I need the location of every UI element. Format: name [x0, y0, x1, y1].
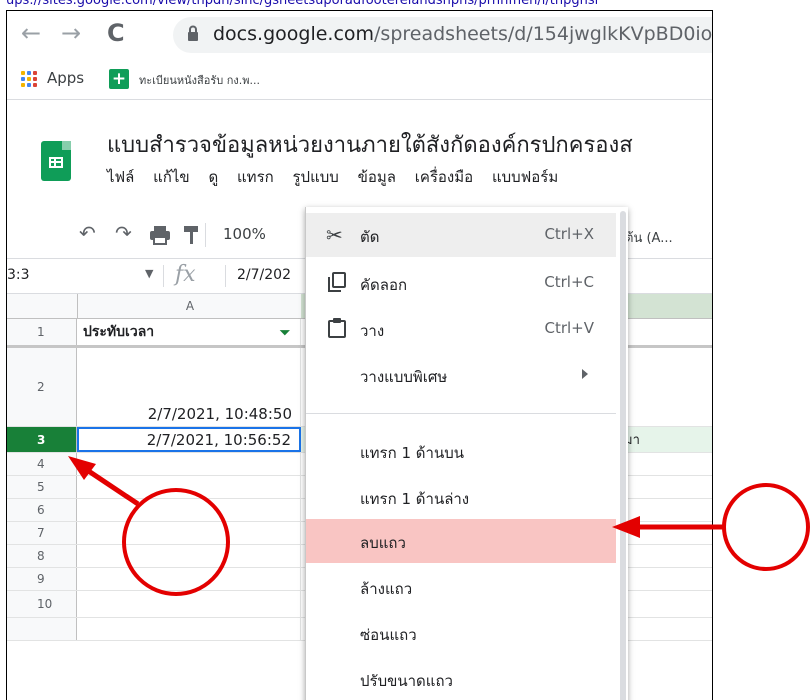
browser-window: ← → C docs.google.com/spreadsheets/d/154… — [6, 10, 713, 700]
name-box[interactable]: 3:3 — [7, 267, 30, 283]
annotation-circle-right — [722, 483, 810, 571]
redo-icon[interactable]: ↷ — [115, 221, 132, 245]
cell[interactable]: 2/7/2021, 10:48:50 — [77, 348, 301, 426]
address-bar-row: ← → C docs.google.com/spreadsheets/d/154… — [7, 11, 712, 59]
sheets-logo-icon[interactable] — [41, 141, 71, 181]
menu-item-resize-row[interactable]: ปรับขนาดแถว — [306, 657, 616, 700]
menu-item-clear-row[interactable]: ล้างแถว — [306, 565, 616, 609]
row-number[interactable]: 7 — [7, 522, 77, 544]
menu-item-insert-below[interactable]: แทรก 1 ด้านล่าง — [306, 475, 616, 519]
menu-form[interactable]: แบบฟอร์ม — [492, 168, 558, 186]
context-menu: ✂ ตัด Ctrl+X คัดลอก Ctrl+C วาง Ctrl+V วา… — [305, 207, 628, 700]
menu-file[interactable]: ไฟล์ — [107, 168, 134, 186]
menu-item-insert-above[interactable]: แทรก 1 ด้านบน — [306, 429, 616, 473]
row-number[interactable]: 10 — [7, 591, 77, 617]
filter-icon[interactable]: ⏷ — [280, 326, 290, 341]
formula-input[interactable]: 2/7/202 — [237, 267, 291, 283]
bookmarks-bar: Apps + ทะเบียนหนังสือรับ กง.พ... — [7, 59, 712, 100]
menu-item-label: ตัด — [360, 228, 380, 246]
arrow-left-icon[interactable]: ← — [21, 19, 41, 47]
menu-item-shortcut: Ctrl+X — [544, 225, 594, 243]
divider — [163, 265, 164, 287]
menu-item-label: คัดลอก — [360, 276, 408, 294]
menu-item-cut[interactable]: ✂ ตัด Ctrl+X — [306, 213, 616, 257]
apps-bookmark[interactable]: Apps — [47, 69, 84, 87]
row-number[interactable]: 3 — [7, 427, 77, 452]
row-number[interactable]: 1 — [7, 319, 77, 345]
cell[interactable] — [77, 591, 301, 617]
url-text: docs.google.com/spreadsheets/d/154jwglkK… — [213, 23, 713, 45]
row-number[interactable]: 5 — [7, 476, 77, 498]
cell[interactable] — [77, 499, 301, 521]
toolbar-divider — [205, 223, 206, 247]
menu-insert[interactable]: แทรก — [237, 168, 274, 186]
menu-item-hide-row[interactable]: ซ่อนแถว — [306, 611, 616, 655]
menu-item-paste-special[interactable]: วางแบบพิเศษ — [306, 353, 616, 397]
cell[interactable] — [77, 545, 301, 567]
column-header-A[interactable]: A — [77, 294, 302, 318]
sheets-bookmark-icon[interactable]: + — [109, 69, 129, 89]
row-number[interactable]: 2 — [7, 348, 77, 426]
zoom-select[interactable]: 100% — [223, 225, 266, 243]
menu-view[interactable]: ดู — [208, 168, 218, 186]
row-number[interactable]: 6 — [7, 499, 77, 521]
scissors-icon: ✂ — [326, 223, 343, 247]
print-icon[interactable] — [149, 225, 171, 245]
address-bar[interactable]: docs.google.com/spreadsheets/d/154jwglkK… — [173, 17, 713, 53]
menu-item-shortcut: Ctrl+V — [544, 319, 594, 337]
menu-item-label: ลบแถว — [360, 534, 406, 552]
menu-format[interactable]: รูปแบบ — [293, 168, 339, 186]
menu-item-label: วาง — [360, 322, 385, 340]
cell[interactable] — [77, 522, 301, 544]
cell[interactable] — [77, 618, 301, 640]
paint-format-icon[interactable] — [183, 225, 199, 245]
bookmark-item[interactable]: ทะเบียนหนังสือรับ กง.พ... — [139, 71, 260, 89]
clipboard-icon — [328, 318, 346, 338]
fx-icon: fx — [175, 262, 196, 287]
menu-tools[interactable]: เครื่องมือ — [415, 168, 473, 186]
menu-item-label: ปรับขนาดแถว — [360, 672, 453, 690]
menu-item-label: แทรก 1 ด้านบน — [360, 444, 464, 462]
menu-item-delete-row[interactable]: ลบแถว — [306, 519, 616, 563]
menu-item-copy[interactable]: คัดลอก Ctrl+C — [306, 261, 616, 305]
row-number[interactable]: 4 — [7, 453, 77, 475]
cell[interactable] — [77, 453, 301, 475]
menu-item-label: ล้างแถว — [360, 580, 413, 598]
cell[interactable] — [77, 476, 301, 498]
chevron-down-icon[interactable]: ▼ — [145, 267, 153, 280]
menu-bar: ไฟล์ แก้ไข ดู แทรก รูปแบบ ข้อมูล เครื่อง… — [107, 165, 572, 189]
cell[interactable] — [77, 568, 301, 590]
url-domain: docs.google.com — [213, 23, 375, 45]
menu-item-label: ซ่อนแถว — [360, 626, 417, 644]
url-path: /spreadsheets/d/154jwglkKVpBD0ioX — [374, 23, 713, 45]
page-url-strip: ups://sites.google.com/view/thpdn/sinc/g… — [6, 0, 599, 8]
cell[interactable]: ประทับเวลา ⏷ — [77, 319, 301, 345]
reload-icon[interactable]: C — [107, 19, 125, 47]
undo-icon[interactable]: ↶ — [79, 221, 96, 245]
menu-divider — [306, 413, 616, 414]
menu-item-label: แทรก 1 ด้านล่าง — [360, 490, 470, 508]
divider — [225, 265, 226, 287]
menu-edit[interactable]: แก้ไข — [153, 168, 190, 186]
row-number[interactable]: 8 — [7, 545, 77, 567]
apps-icon[interactable] — [21, 71, 37, 87]
row-number[interactable]: 9 — [7, 568, 77, 590]
lock-icon — [188, 25, 198, 41]
menu-item-label: วางแบบพิเศษ — [360, 368, 448, 386]
menu-data[interactable]: ข้อมูล — [358, 168, 396, 186]
arrow-right-icon[interactable]: → — [61, 19, 81, 47]
chevron-right-icon — [582, 369, 588, 379]
row-number[interactable] — [7, 618, 77, 640]
cell-text: ประทับเวลา — [83, 324, 155, 340]
cell-active[interactable]: 2/7/2021, 10:56:52 — [77, 427, 301, 452]
font-select[interactable]: ต้น (A... — [625, 227, 673, 248]
document-title[interactable]: แบบสำรวจข้อมูลหน่วยงานภายใต้สังกัดองค์กร… — [107, 127, 633, 162]
menu-scrollbar[interactable] — [620, 211, 626, 700]
menu-item-paste[interactable]: วาง Ctrl+V — [306, 307, 616, 351]
menu-item-shortcut: Ctrl+C — [544, 273, 594, 291]
copy-icon — [328, 272, 346, 292]
